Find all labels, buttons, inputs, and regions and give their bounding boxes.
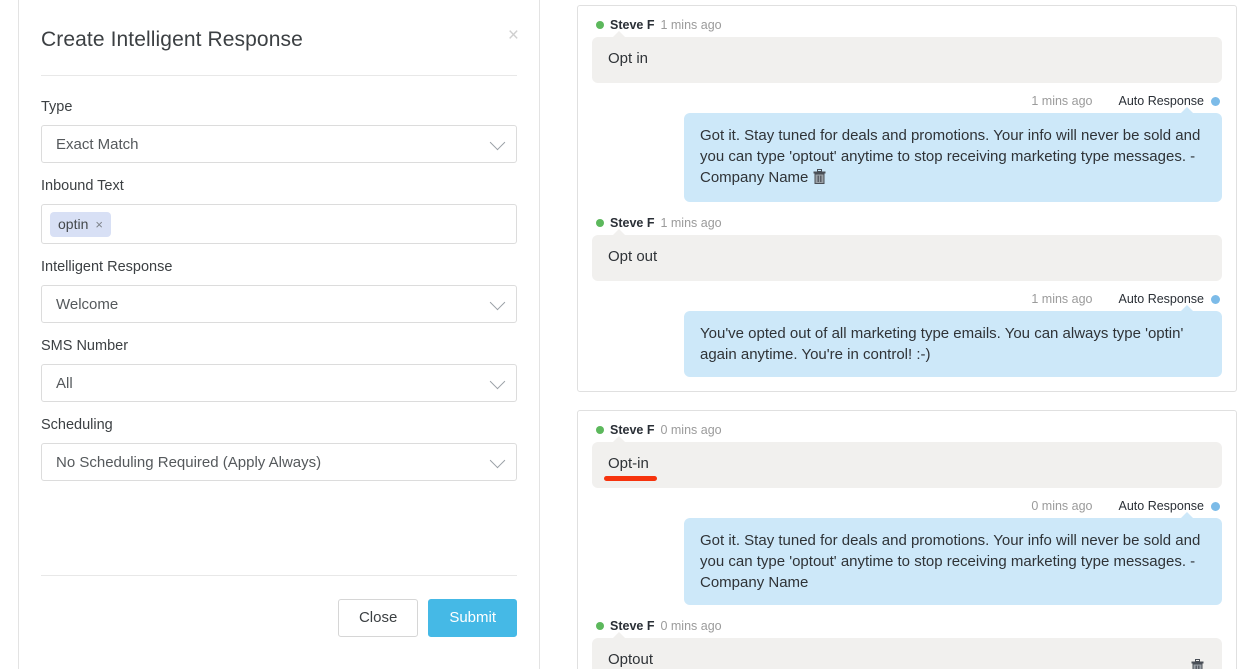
chevron-down-icon bbox=[489, 373, 506, 390]
close-icon[interactable]: × bbox=[508, 26, 519, 45]
auto-response-badge: Auto Response bbox=[1119, 499, 1220, 513]
response-meta: 1 mins ago Auto Response bbox=[592, 94, 1220, 108]
sender-name: Steve F bbox=[610, 18, 655, 32]
delete-icon[interactable] bbox=[813, 169, 826, 184]
conversation-card: Steve F 0 mins ago Opt-in 0 mins ago Auto Re… bbox=[577, 410, 1237, 669]
message-timestamp: 1 mins ago bbox=[660, 216, 722, 230]
response-timestamp: 1 mins ago bbox=[1031, 292, 1093, 306]
field-label-sms-number: SMS Number bbox=[41, 338, 129, 354]
message-exchange: Steve F0 mins agoOptout0 mins agoAuto Re… bbox=[592, 619, 1222, 669]
footer-divider bbox=[41, 575, 517, 576]
inbound-message-text: Optout bbox=[608, 651, 654, 668]
message-exchange: Steve F 0 mins ago Opt-in 0 mins ago Auto Re… bbox=[592, 423, 1222, 605]
intelligent-response-select[interactable]: Welcome bbox=[41, 285, 517, 323]
sender-name: Steve F bbox=[610, 423, 655, 437]
tag-remove-icon[interactable]: × bbox=[95, 217, 103, 232]
response-meta: 1 mins ago Auto Response bbox=[592, 292, 1220, 306]
auto-response-badge: Auto Response bbox=[1119, 292, 1220, 306]
field-label-intelligent-response: Intelligent Response bbox=[41, 259, 173, 275]
online-status-icon bbox=[596, 426, 604, 434]
auto-response-dot-icon bbox=[1211, 96, 1220, 106]
auto-response-dot-icon bbox=[1211, 501, 1220, 511]
message-timestamp: 1 mins ago bbox=[660, 18, 722, 32]
red-underline-annotation bbox=[604, 476, 657, 481]
sms-number-select[interactable]: All bbox=[41, 364, 517, 402]
auto-response-dot-icon bbox=[1211, 294, 1220, 304]
app-screen: Create Intelligent Response × Type Exact… bbox=[0, 0, 1251, 669]
online-status-icon bbox=[596, 622, 604, 630]
message-exchange: Steve F 1 mins ago Opt in 1 mins ago Auto Re… bbox=[592, 18, 1222, 202]
dialog-body: Type Exact Match Inbound Text optin × In… bbox=[19, 76, 539, 481]
close-button[interactable]: Close bbox=[337, 599, 419, 637]
field-label-type: Type bbox=[41, 99, 73, 115]
inbound-message-bubble[interactable]: Opt out bbox=[592, 229, 1222, 281]
dialog-footer: Close Submit bbox=[337, 599, 517, 637]
tag-chip[interactable]: optin × bbox=[50, 211, 111, 237]
outbound-message-bubble[interactable]: Got it. Stay tuned for deals and promoti… bbox=[684, 107, 1222, 202]
submit-button[interactable]: Submit bbox=[428, 599, 517, 637]
online-status-icon bbox=[596, 21, 604, 29]
outbound-message-text: Got it. Stay tuned for deals and promoti… bbox=[700, 127, 1201, 186]
chevron-down-icon bbox=[489, 134, 506, 151]
message-meta: Steve F 0 mins ago bbox=[592, 619, 1222, 633]
inbound-message-bubble[interactable]: Opt in bbox=[592, 31, 1222, 83]
field-inbound-text: Inbound Text optin × bbox=[41, 177, 517, 244]
inbound-text-input[interactable]: optin × bbox=[41, 204, 517, 244]
inbound-message-text: Opt-in bbox=[608, 455, 649, 472]
response-meta: 0 mins ago Auto Response bbox=[592, 499, 1220, 513]
outbound-message-bubble[interactable]: You've opted out of all marketing type e… bbox=[684, 305, 1222, 377]
chevron-down-icon bbox=[489, 294, 506, 311]
message-meta: Steve F 1 mins ago bbox=[592, 18, 1222, 32]
sender-name: Steve F bbox=[610, 619, 655, 633]
conversation-list: Steve F 1 mins ago Opt in 1 mins ago Auto Re… bbox=[577, 5, 1237, 669]
type-select-value: Exact Match bbox=[56, 135, 139, 153]
tag-chip-label: optin bbox=[58, 216, 89, 232]
field-label-scheduling: Scheduling bbox=[41, 417, 113, 433]
sender-name: Steve F bbox=[610, 216, 655, 230]
field-intelligent-response: Intelligent Response Welcome bbox=[41, 258, 517, 323]
dialog-header: Create Intelligent Response × bbox=[19, 0, 539, 54]
field-scheduling: Scheduling No Scheduling Required (Apply… bbox=[41, 416, 517, 481]
online-status-icon bbox=[596, 219, 604, 227]
inbound-message-bubble[interactable]: Optout bbox=[592, 632, 1222, 669]
chevron-down-icon bbox=[489, 452, 506, 469]
inbound-message-text: Opt in bbox=[608, 50, 649, 67]
conversation-card: Steve F 1 mins ago Opt in 1 mins ago Auto Re… bbox=[577, 5, 1237, 392]
inbound-message-bubble[interactable]: Opt-in bbox=[592, 436, 1222, 488]
annotated-text: Optout bbox=[608, 651, 653, 668]
sms-number-select-value: All bbox=[56, 374, 73, 392]
field-label-inbound-text: Inbound Text bbox=[41, 178, 124, 194]
scheduling-select-value: No Scheduling Required (Apply Always) bbox=[56, 453, 322, 471]
inbound-message-text: Opt out bbox=[608, 248, 658, 265]
response-timestamp: 0 mins ago bbox=[1031, 499, 1093, 513]
message-timestamp: 0 mins ago bbox=[660, 619, 722, 633]
delete-response-button[interactable] bbox=[813, 169, 826, 188]
message-meta: Steve F 1 mins ago bbox=[592, 216, 1222, 230]
annotated-text: Opt-in bbox=[604, 455, 657, 481]
message-meta: Steve F 0 mins ago bbox=[592, 423, 1222, 437]
outbound-message-text: You've opted out of all marketing type e… bbox=[700, 325, 1184, 363]
outbound-message-text: Got it. Stay tuned for deals and promoti… bbox=[700, 532, 1201, 591]
scheduling-select[interactable]: No Scheduling Required (Apply Always) bbox=[41, 443, 517, 481]
auto-response-badge: Auto Response bbox=[1119, 94, 1220, 108]
create-intelligent-response-dialog: Create Intelligent Response × Type Exact… bbox=[18, 0, 540, 669]
message-timestamp: 0 mins ago bbox=[660, 423, 722, 437]
delete-icon[interactable] bbox=[1191, 659, 1204, 669]
field-type: Type Exact Match bbox=[41, 98, 517, 163]
message-exchange: Steve F 1 mins ago Opt out 1 mins ago Auto R… bbox=[592, 216, 1222, 377]
intelligent-response-select-value: Welcome bbox=[56, 295, 119, 313]
outbound-message-bubble[interactable]: Got it. Stay tuned for deals and promoti… bbox=[684, 512, 1222, 605]
field-sms-number: SMS Number All bbox=[41, 337, 517, 402]
page-title: Create Intelligent Response bbox=[41, 28, 303, 51]
response-timestamp: 1 mins ago bbox=[1031, 94, 1093, 108]
type-select[interactable]: Exact Match bbox=[41, 125, 517, 163]
delete-inbound-button[interactable] bbox=[1191, 659, 1204, 669]
